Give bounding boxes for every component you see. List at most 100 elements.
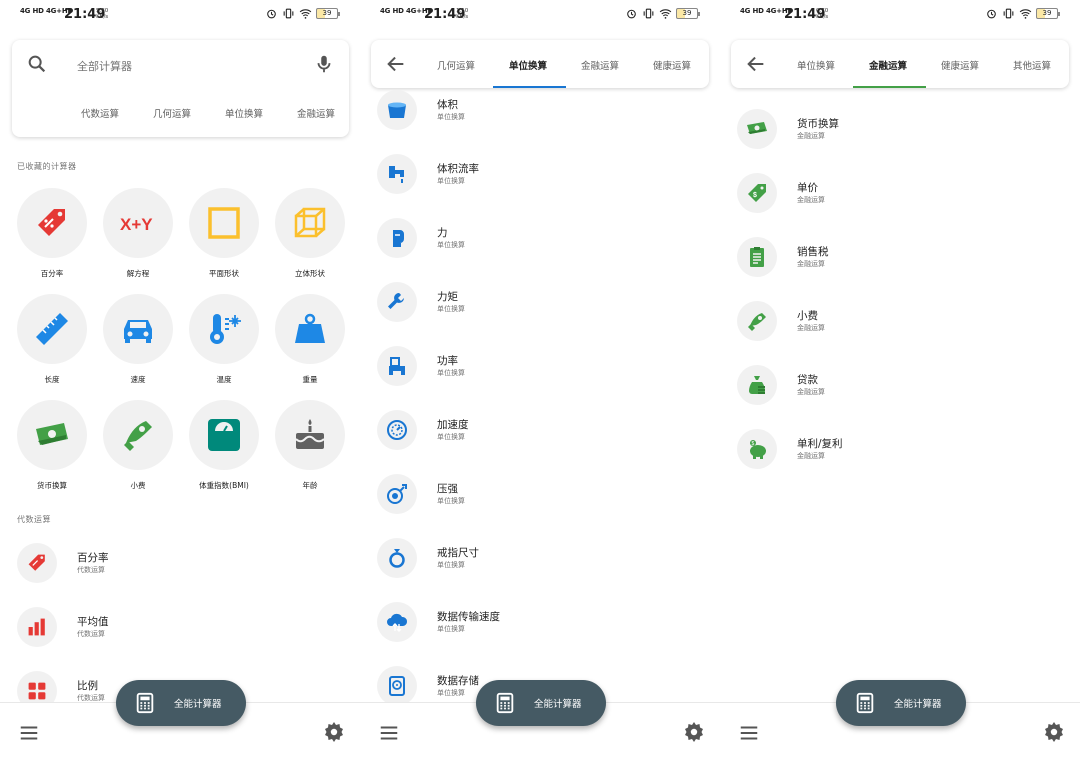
list-item-loan[interactable]: 贷款 金融运算 — [737, 365, 1057, 409]
favorite-equation[interactable]: X+Y 解方程 — [102, 188, 174, 279]
category-tab-bar: 几何运算 单位换算 金融运算 健康运算 — [371, 40, 709, 88]
thermometer-icon — [210, 314, 241, 344]
status-bar: 4G HD 4G+HD 21:49 5.80 KB/s 39 — [0, 0, 360, 28]
money-bag-icon — [749, 376, 765, 394]
list-item-ring-size[interactable]: 戒指尺寸 单位换算 — [377, 538, 697, 582]
favorite-solid-shape[interactable]: 立体形状 — [274, 188, 346, 279]
tab-unit-conversion[interactable]: 单位换算 — [797, 58, 835, 72]
status-bar: 4G HD 4G+HD 21:49 1.50 KB/s 39 — [360, 0, 720, 28]
list-item-title: 销售税 — [797, 246, 829, 258]
list-item-title: 力矩 — [437, 291, 458, 303]
list-item-subtitle: 单位换算 — [437, 369, 465, 377]
microphone-icon[interactable] — [313, 53, 335, 75]
list-item-force[interactable]: 力 单位换算 — [377, 218, 697, 262]
category-tab-finance[interactable]: 金融运算 — [297, 106, 335, 120]
list-item-average[interactable]: 平均值 代数运算 — [17, 607, 337, 651]
battery-icon: 39 — [316, 8, 340, 19]
search-input[interactable]: 全部计算器 — [77, 58, 132, 74]
fab-label: 全能计算器 — [534, 699, 582, 710]
list-item-subtitle: 单位换算 — [437, 561, 465, 569]
list-item-torque[interactable]: 力矩 单位换算 — [377, 282, 697, 326]
money-icon — [747, 122, 767, 134]
list-item-title: 体积 — [437, 99, 458, 111]
list-item-subtitle: 金融运算 — [797, 388, 825, 396]
list-item-title: 力 — [437, 227, 448, 239]
list-item-percent[interactable]: 百分率 代数运算 — [17, 543, 337, 587]
back-arrow-icon[interactable] — [745, 53, 767, 75]
alarm-icon — [987, 9, 996, 19]
category-tab-geometry[interactable]: 几何运算 — [153, 106, 191, 120]
list-item-subtitle: 单位换算 — [437, 241, 465, 249]
wifi-icon — [659, 9, 672, 19]
search-icon[interactable] — [26, 53, 48, 75]
list-item-unit-price[interactable]: $ 单价 金融运算 — [737, 173, 1057, 217]
tab-finance[interactable]: 金融运算 — [581, 58, 619, 72]
list-item-data-speed[interactable]: 数据传输速度 单位换算 — [377, 602, 697, 646]
favorite-weight[interactable]: 重量 — [274, 294, 346, 385]
fab-label: 全能计算器 — [894, 699, 942, 710]
menu-icon[interactable] — [378, 722, 400, 744]
receipt-icon — [750, 247, 764, 267]
all-in-one-calculator-button[interactable]: 全能计算器 — [836, 680, 966, 726]
list-item-subtitle: 代数运算 — [77, 566, 105, 574]
list-item-subtitle: 单位换算 — [437, 689, 465, 697]
list-item-acceleration[interactable]: 加速度 单位换算 — [377, 410, 697, 454]
favorite-length[interactable]: 长度 — [16, 294, 88, 385]
favorite-plane-shape[interactable]: 平面形状 — [188, 188, 260, 279]
list-item-power[interactable]: 功率 单位换算 — [377, 346, 697, 390]
all-in-one-calculator-button[interactable]: 全能计算器 — [476, 680, 606, 726]
wifi-icon — [1019, 9, 1032, 19]
menu-icon[interactable] — [18, 722, 40, 744]
all-in-one-calculator-button[interactable]: 全能计算器 — [116, 680, 246, 726]
category-tab-algebra[interactable]: 代数运算 — [81, 106, 119, 120]
bar-chart-icon — [28, 618, 45, 636]
category-tab-unit[interactable]: 单位换算 — [225, 106, 263, 120]
boxing-glove-icon — [391, 230, 404, 247]
favorite-label: 百分率 — [40, 269, 64, 278]
favorite-currency[interactable]: 货币换算 — [16, 400, 88, 491]
favorite-tip[interactable]: 小费 — [102, 400, 174, 491]
svg-text:X+Y: X+Y — [120, 215, 153, 234]
tab-health[interactable]: 健康运算 — [941, 58, 979, 72]
list-item-subtitle: 金融运算 — [797, 324, 825, 332]
cloud-transfer-icon — [387, 613, 408, 632]
list-item-interest[interactable]: $ 单利/复利 金融运算 — [737, 429, 1057, 473]
list-item-title: 单利/复利 — [797, 438, 843, 450]
search-card: 全部计算器 代数运算 几何运算 单位换算 金融运算 — [12, 40, 349, 137]
tab-unit-conversion[interactable]: 单位换算 — [509, 58, 547, 72]
net-speed: 1.50 KB/s — [456, 8, 469, 20]
favorite-label: 重量 — [302, 375, 318, 384]
tab-health[interactable]: 健康运算 — [653, 58, 691, 72]
favorite-percent[interactable]: 百分率 — [16, 188, 88, 279]
settings-gear-icon[interactable] — [682, 720, 706, 744]
list-item-currency[interactable]: 货币换算 金融运算 — [737, 109, 1057, 153]
piggy-bank-icon: $ — [750, 440, 766, 459]
pressure-icon — [387, 484, 407, 504]
list-item-tip[interactable]: 小费 金融运算 — [737, 301, 1057, 345]
menu-icon[interactable] — [738, 722, 760, 744]
list-item-volume[interactable]: 体积 单位换算 — [377, 90, 697, 134]
favorite-label: 平面形状 — [209, 269, 239, 278]
tab-geometry[interactable]: 几何运算 — [437, 58, 475, 72]
list-item-sales-tax[interactable]: 销售税 金融运算 — [737, 237, 1057, 281]
status-bar: 4G HD 4G+HD 21:49 0.70 KB/s 39 — [720, 0, 1080, 28]
vibrate-icon — [283, 8, 294, 19]
list-item-subtitle: 单位换算 — [437, 305, 465, 313]
list-item-flow-rate[interactable]: 体积流率 单位换算 — [377, 154, 697, 198]
list-item-title: 平均值 — [77, 616, 109, 628]
favorite-age[interactable]: 年龄 — [274, 400, 346, 491]
battery-icon: 39 — [1036, 8, 1060, 19]
tip-hand-icon — [748, 313, 766, 331]
settings-gear-icon[interactable] — [1042, 720, 1066, 744]
list-item-subtitle: 金融运算 — [797, 196, 825, 204]
back-arrow-icon[interactable] — [385, 53, 407, 75]
wrench-icon — [388, 293, 404, 309]
favorite-bmi[interactable]: 体重指数(BMI) — [188, 400, 260, 491]
tab-finance[interactable]: 金融运算 — [869, 58, 907, 72]
list-item-pressure[interactable]: 压强 单位换算 — [377, 474, 697, 518]
tab-other[interactable]: 其他运算 — [1013, 58, 1051, 72]
settings-gear-icon[interactable] — [322, 720, 346, 744]
bucket-icon — [388, 102, 406, 118]
favorite-temperature[interactable]: 温度 — [188, 294, 260, 385]
favorite-speed[interactable]: 速度 — [102, 294, 174, 385]
